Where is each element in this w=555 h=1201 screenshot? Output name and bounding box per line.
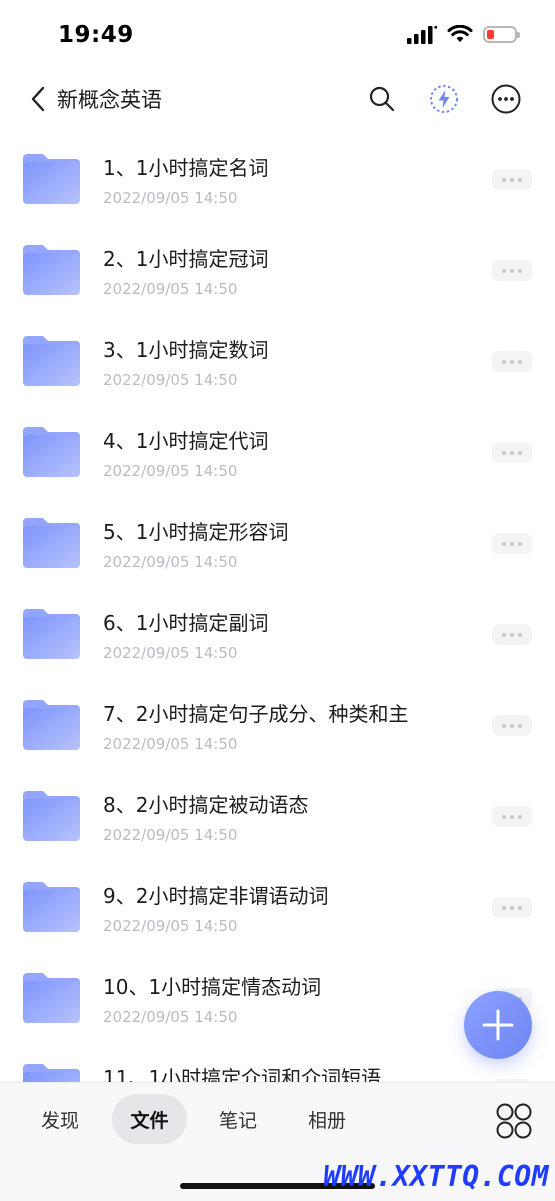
folder-name: 3、1小时搞定数词 (103, 338, 269, 362)
item-more-button[interactable] (492, 533, 532, 554)
item-more-button[interactable] (492, 351, 532, 372)
folder-name: 2、1小时搞定冠词 (103, 247, 269, 271)
folder-name: 10、1小时搞定情态动词 (103, 975, 322, 999)
flash-icon (430, 85, 458, 113)
folder-date: 2022/09/05 14:50 (103, 462, 238, 480)
tab-album[interactable]: 相册 (289, 1094, 365, 1144)
folder-row[interactable]: 2、1小时搞定冠词 2022/09/05 14:50 (0, 227, 555, 318)
folder-icon (23, 973, 80, 1023)
folder-icon (23, 154, 80, 204)
folder-date: 2022/09/05 14:50 (103, 189, 238, 207)
nav-bar: 新概念英语 (0, 70, 555, 128)
folder-row[interactable]: 4、1小时搞定代词 2022/09/05 14:50 (0, 409, 555, 500)
plus-icon (482, 1009, 514, 1041)
add-button[interactable] (464, 991, 532, 1059)
folder-row[interactable]: 8、2小时搞定被动语态 2022/09/05 14:50 (0, 773, 555, 864)
folder-icon (23, 882, 80, 932)
tab-discover[interactable]: 发现 (22, 1094, 98, 1144)
folder-icon (23, 609, 80, 659)
flash-transfer-button[interactable] (427, 82, 461, 116)
folder-name: 8、2小时搞定被动语态 (103, 793, 309, 817)
more-icon (491, 84, 521, 114)
folder-date: 2022/09/05 14:50 (103, 280, 238, 298)
item-more-button[interactable] (492, 715, 532, 736)
search-button[interactable] (365, 82, 399, 116)
folder-name: 6、1小时搞定副词 (103, 611, 269, 635)
folder-row[interactable]: 6、1小时搞定副词 2022/09/05 14:50 (0, 591, 555, 682)
status-icons (407, 25, 520, 44)
battery-icon (483, 26, 520, 43)
folder-row[interactable]: 3、1小时搞定数词 2022/09/05 14:50 (0, 318, 555, 409)
folder-date: 2022/09/05 14:50 (103, 1008, 238, 1026)
folder-icon (23, 1064, 80, 1082)
tab-notes[interactable]: 笔记 (200, 1094, 276, 1144)
back-icon (31, 86, 45, 112)
wifi-icon (447, 25, 473, 42)
file-list: 1、1小时搞定名词 2022/09/05 14:50 2、1小时搞定冠词 202… (0, 136, 555, 1082)
folder-row[interactable]: 7、2小时搞定句子成分、种类和主 2022/09/05 14:50 (0, 682, 555, 773)
folder-name: 7、2小时搞定句子成分、种类和主 (103, 702, 409, 726)
watermark: WWW.XXTTQ.COM (323, 1160, 549, 1193)
page-title: 新概念英语 (57, 88, 162, 112)
folder-icon (23, 336, 80, 386)
folder-icon (23, 518, 80, 568)
item-more-button[interactable] (492, 897, 532, 918)
folder-row[interactable]: 5、1小时搞定形容词 2022/09/05 14:50 (0, 500, 555, 591)
folder-name: 4、1小时搞定代词 (103, 429, 269, 453)
folder-date: 2022/09/05 14:50 (103, 735, 238, 753)
folder-row[interactable]: 11、1小时搞定介词和介词短语 (0, 1046, 555, 1082)
battery-level (487, 30, 494, 39)
folder-date: 2022/09/05 14:50 (103, 371, 238, 389)
folder-row[interactable]: 1、1小时搞定名词 2022/09/05 14:50 (0, 136, 555, 227)
folder-icon (23, 791, 80, 841)
folder-date: 2022/09/05 14:50 (103, 553, 238, 571)
item-more-button[interactable] (492, 169, 532, 190)
folder-icon (23, 700, 80, 750)
folder-name: 5、1小时搞定形容词 (103, 520, 289, 544)
folder-name: 11、1小时搞定介词和介词短语 (103, 1066, 382, 1082)
folder-icon (23, 427, 80, 477)
item-more-button[interactable] (492, 624, 532, 645)
folder-icon (23, 245, 80, 295)
back-button[interactable] (22, 82, 54, 116)
item-more-button[interactable] (492, 442, 532, 463)
search-icon (369, 86, 395, 112)
folder-date: 2022/09/05 14:50 (103, 826, 238, 844)
more-button[interactable] (489, 82, 523, 116)
apps-icon[interactable] (494, 1101, 534, 1141)
folder-date: 2022/09/05 14:50 (103, 917, 238, 935)
item-more-button[interactable] (492, 260, 532, 281)
signal-icon (407, 25, 437, 44)
status-time: 19:49 (58, 22, 134, 48)
status-bar: 19:49 (0, 0, 555, 70)
folder-date: 2022/09/05 14:50 (103, 644, 238, 662)
tab-files[interactable]: 文件 (112, 1094, 187, 1144)
item-more-button[interactable] (492, 806, 532, 827)
folder-row[interactable]: 9、2小时搞定非谓语动词 2022/09/05 14:50 (0, 864, 555, 955)
folder-name: 1、1小时搞定名词 (103, 156, 269, 180)
folder-name: 9、2小时搞定非谓语动词 (103, 884, 329, 908)
